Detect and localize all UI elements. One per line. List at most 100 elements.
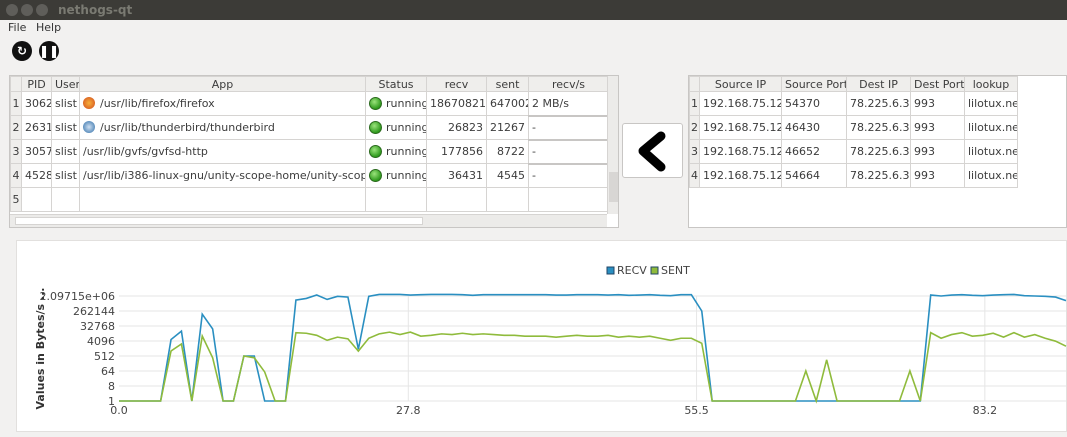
- app-cell: /usr/lib/gvfs/gvfsd-http: [79, 139, 366, 164]
- header-source-port[interactable]: Source Port: [781, 76, 847, 92]
- dest-ip-cell: 78.225.6.31: [846, 139, 911, 164]
- table-row[interactable]: 2192.168.75.1284643078.225.6.31993lilotu…: [689, 115, 1018, 140]
- status-cell: running: [365, 91, 427, 116]
- scrollbar-thumb[interactable]: [15, 217, 423, 225]
- dest-ip-cell: 78.225.6.31: [846, 91, 911, 116]
- pid-cell: 3057: [21, 139, 52, 164]
- sent-cell: 647002: [486, 91, 529, 116]
- app-path: /usr/lib/thunderbird/thunderbird: [100, 121, 275, 134]
- row-number: 4: [10, 163, 22, 188]
- table-row[interactable]: 4192.168.75.1285466478.225.6.31993lilotu…: [689, 163, 1018, 188]
- title-bar: nethogs-qt: [0, 0, 1067, 20]
- header-dest-port[interactable]: Dest Port: [910, 76, 965, 92]
- source-ip-cell: 192.168.75.128: [699, 163, 782, 188]
- header-user[interactable]: User: [51, 76, 80, 92]
- source-ip-cell: 192.168.75.128: [699, 115, 782, 140]
- header-recv-rate[interactable]: recv/s: [528, 76, 609, 92]
- table-row[interactable]: 3 3057 slist /usr/lib/gvfs/gvfsd-http ru…: [10, 138, 609, 164]
- close-window-button[interactable]: [6, 4, 18, 16]
- header-app[interactable]: App: [79, 76, 366, 92]
- row-number: 1: [10, 91, 22, 116]
- refresh-button[interactable]: ↻: [12, 41, 32, 61]
- minimize-window-button[interactable]: [21, 4, 33, 16]
- header-pid[interactable]: PID: [21, 76, 52, 92]
- source-ip-cell: 192.168.75.128: [699, 139, 782, 164]
- user-cell: slist: [51, 163, 80, 188]
- status-running-icon: [369, 121, 382, 134]
- connection-header-row: Source IP Source Port Dest IP Dest Port …: [689, 76, 1018, 92]
- header-recv[interactable]: recv: [426, 76, 487, 92]
- app-cell: /usr/lib/firefox/firefox: [79, 91, 366, 116]
- table-row-empty[interactable]: 5: [10, 187, 609, 212]
- thunderbird-icon: [83, 121, 95, 133]
- chart-panel: 1 8 64 512 4096 32768 262144 2.09715e+06 0.0 27.8…: [16, 240, 1067, 432]
- user-cell: slist: [51, 115, 80, 140]
- table-row[interactable]: 1 3062 slist /usr/lib/firefox/firefox ru…: [10, 91, 609, 116]
- header-sent[interactable]: sent: [486, 76, 529, 92]
- recv-cell: 36431: [426, 163, 487, 188]
- y-tick-label: 262144: [73, 305, 115, 318]
- app-path: /usr/lib/gvfs/gvfsd-http: [83, 145, 208, 158]
- status-cell: running: [365, 115, 427, 140]
- header-dest-ip[interactable]: Dest IP: [846, 76, 911, 92]
- series-line-recv: [119, 293, 1067, 402]
- vertical-scrollbar[interactable]: [607, 76, 618, 214]
- app-path: /usr/lib/i386-linux-gnu/unity-scope-home…: [83, 169, 365, 182]
- collapse-button[interactable]: [622, 123, 683, 178]
- dest-port-cell: 993: [910, 115, 965, 140]
- menu-help[interactable]: Help: [36, 21, 61, 34]
- scrollbar-thumb[interactable]: [609, 172, 618, 202]
- lookup-cell: lilotux.net: [964, 115, 1018, 140]
- process-table: PID User App Status recv sent recv/s 1 3…: [9, 75, 619, 228]
- user-cell: slist: [51, 91, 80, 116]
- pid-cell: 2631: [21, 115, 52, 140]
- pause-button[interactable]: ❚❚: [39, 41, 59, 61]
- dest-port-cell: 993: [910, 139, 965, 164]
- dest-port-cell: 993: [910, 91, 965, 116]
- x-tick-label: 55.5: [684, 404, 709, 417]
- menu-file[interactable]: File: [8, 21, 26, 34]
- table-row[interactable]: 2 2631 slist /usr/lib/thunderbird/thunde…: [10, 114, 609, 140]
- y-tick-label: 32768: [80, 320, 115, 333]
- source-port-cell: 54664: [781, 163, 847, 188]
- row-number: 2: [10, 115, 22, 140]
- legend-swatch-sent: [650, 266, 659, 275]
- recv-cell: 186708219: [426, 91, 487, 116]
- table-row[interactable]: 1192.168.75.1285437078.225.6.31993lilotu…: [689, 91, 1018, 116]
- row-number: 3: [10, 139, 22, 164]
- app-path: /usr/lib/firefox/firefox: [100, 97, 215, 110]
- pid-cell: 4528: [21, 163, 52, 188]
- pause-icon: ❚❚: [39, 44, 60, 58]
- x-tick-label: 27.8: [396, 404, 421, 417]
- legend-label-recv: RECV: [617, 264, 647, 277]
- status-text: running: [386, 145, 427, 158]
- app-cell: /usr/lib/i386-linux-gnu/unity-scope-home…: [79, 163, 366, 188]
- legend-swatch-recv: [606, 266, 615, 275]
- dest-ip-cell: 78.225.6.31: [846, 115, 911, 140]
- dest-ip-cell: 78.225.6.31: [846, 163, 911, 188]
- header-status[interactable]: Status: [365, 76, 427, 92]
- y-tick-label: 8: [108, 380, 115, 393]
- table-row[interactable]: 4 4528 slist /usr/lib/i386-linux-gnu/uni…: [10, 162, 609, 188]
- status-cell: running: [365, 163, 427, 188]
- legend-label-sent: SENT: [661, 264, 690, 277]
- maximize-window-button[interactable]: [36, 4, 48, 16]
- status-cell: running: [365, 139, 427, 164]
- firefox-icon: [83, 97, 95, 109]
- menu-bar: File Help: [0, 20, 1067, 36]
- app-cell: /usr/lib/thunderbird/thunderbird: [79, 115, 366, 140]
- row-number: 5: [10, 187, 22, 212]
- y-tick-label: 4096: [87, 335, 115, 348]
- header-lookup[interactable]: lookup: [964, 76, 1018, 92]
- horizontal-scrollbar[interactable]: [10, 214, 607, 227]
- source-ip-cell: 192.168.75.128: [699, 91, 782, 116]
- y-tick-label: 64: [101, 365, 115, 378]
- bandwidth-chart: 18645124096327682621442.09715e+060.0 27.8…: [34, 264, 1067, 417]
- sent-cell: 4545: [486, 163, 529, 188]
- refresh-icon: ↻: [16, 44, 28, 58]
- header-source-ip[interactable]: Source IP: [699, 76, 782, 92]
- recv-rate-cell: -: [528, 162, 609, 188]
- table-row[interactable]: 3192.168.75.1284665278.225.6.31993lilotu…: [689, 139, 1018, 164]
- lookup-cell: lilotux.net: [964, 91, 1018, 116]
- dest-port-cell: 993: [910, 163, 965, 188]
